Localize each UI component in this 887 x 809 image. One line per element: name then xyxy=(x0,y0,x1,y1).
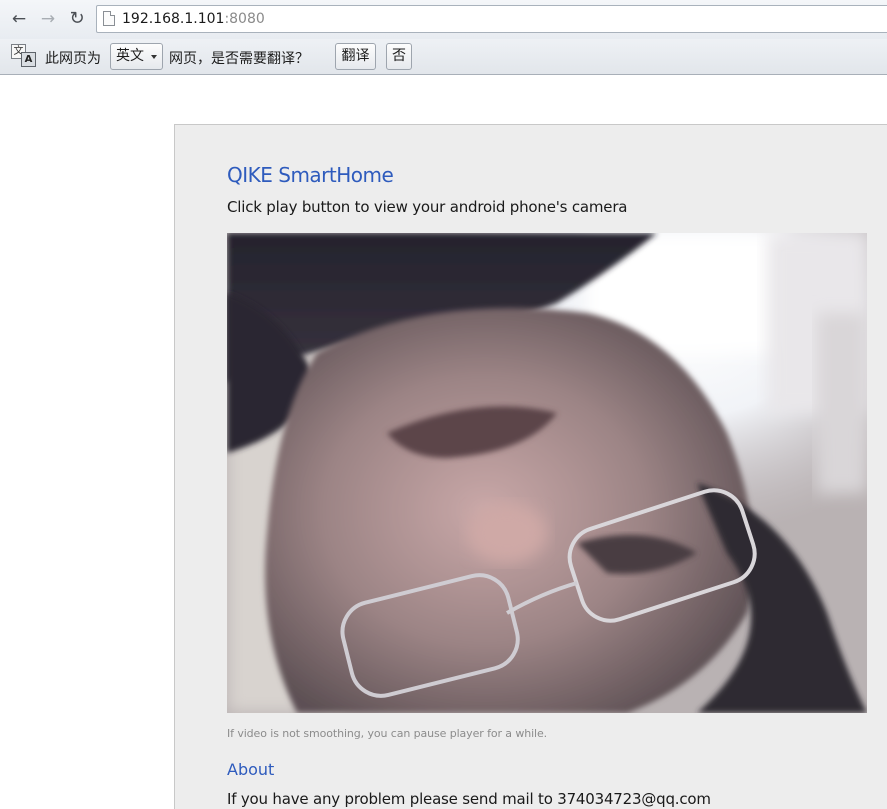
camera-frame-image xyxy=(227,233,867,713)
content-panel: QIKE SmartHome Click play button to view… xyxy=(174,124,887,809)
translate-button[interactable]: 翻译 xyxy=(335,43,376,70)
forward-icon[interactable]: → xyxy=(37,8,59,30)
translate-icon-target: A xyxy=(21,52,36,67)
translate-prefix-text: 此网页为 xyxy=(45,51,101,67)
about-heading: About xyxy=(227,760,275,779)
translate-infobar: 文 A 此网页为 英文 网页，是否需要翻译？ 翻译 否 xyxy=(0,39,887,75)
browser-toolbar: ← → ↻ 192.168.1.101:8080 xyxy=(0,0,887,39)
reload-icon[interactable]: ↻ xyxy=(66,8,88,30)
back-icon[interactable]: ← xyxy=(8,8,30,30)
url-port: :8080 xyxy=(224,11,265,27)
camera-video-player[interactable] xyxy=(227,233,867,713)
address-url[interactable]: 192.168.1.101:8080 xyxy=(122,11,265,27)
translate-icon: 文 A xyxy=(11,44,37,68)
address-bar[interactable]: 192.168.1.101:8080 xyxy=(96,5,887,33)
page-icon xyxy=(103,11,115,26)
language-select[interactable]: 英文 xyxy=(110,43,163,70)
language-select-value: 英文 xyxy=(116,48,144,64)
url-host: 192.168.1.101 xyxy=(122,11,225,27)
page-subtitle: Click play button to view your android p… xyxy=(227,198,628,216)
translate-suffix-text: 网页，是否需要翻译？ xyxy=(169,51,309,67)
video-note: If video is not smoothing, you can pause… xyxy=(227,727,548,740)
no-translate-button[interactable]: 否 xyxy=(386,43,412,70)
chevron-down-icon xyxy=(151,55,157,59)
page-title: QIKE SmartHome xyxy=(227,163,394,187)
about-text: If you have any problem please send mail… xyxy=(227,790,711,808)
